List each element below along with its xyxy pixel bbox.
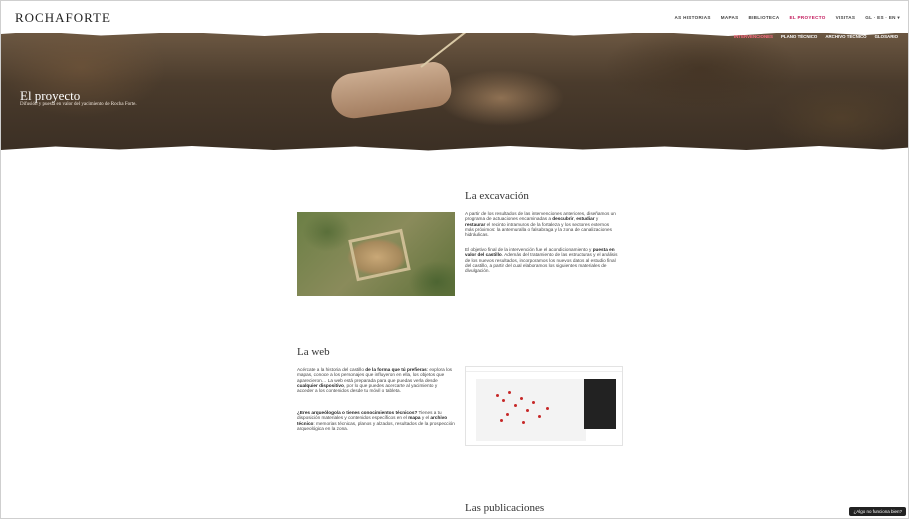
main-nav: AS HISTORIAS MAPAS BIBLIOTECA EL PROYECT… [675,15,900,21]
hero-image-hand [328,59,454,122]
hero-banner: El proyecto Difusión y puesta en valor d… [1,28,908,151]
sub-nav: INTERVENCIONES PLANO TÉCNICO ARCHIVO TÉC… [734,34,898,39]
excavacion-title: La excavación [465,190,529,202]
language-selector[interactable]: GL · ES · EN ▾ [865,15,900,21]
nav-item-proyecto[interactable]: EL PROYECTO [790,15,826,21]
nav-item-visitas[interactable]: VISITAS [836,15,856,21]
excavacion-paragraph-2: El objetivo final de la intervención fue… [465,247,618,274]
website-screenshot [465,366,623,446]
subnav-item-plano-tecnico[interactable]: PLANO TÉCNICO [781,34,817,39]
website-screenshot-map [476,379,586,441]
page: ROCHAFORTE AS HISTORIAS MAPAS BIBLIOTECA… [0,0,909,519]
report-problem-button[interactable]: ¿Algo no funciona bien? [849,507,906,516]
web-paragraph-1: Acércate a la historia del castillo de l… [297,367,453,394]
subnav-item-archivo-tecnico[interactable]: ARCHIVO TÉCNICO [825,34,866,39]
publicaciones-title: Las publicaciones [465,502,545,514]
subnav-item-glosario[interactable]: GLOSARIO [875,34,898,39]
nav-item-historias[interactable]: AS HISTORIAS [675,15,711,21]
nav-item-biblioteca[interactable]: BIBLIOTECA [748,15,779,21]
site-logo[interactable]: ROCHAFORTE [15,10,111,26]
excavation-aerial-photo [297,212,455,296]
subnav-item-intervenciones[interactable]: INTERVENCIONES [734,34,773,39]
excavacion-paragraph-1: A partir de los resultados de las interv… [465,211,616,238]
hero-subtitle: Difusión y puesta en valor del yacimient… [20,102,137,107]
nav-item-mapas[interactable]: MAPAS [721,15,739,21]
website-screenshot-panel [584,379,616,429]
top-bar: ROCHAFORTE AS HISTORIAS MAPAS BIBLIOTECA… [1,1,908,33]
web-paragraph-2: ¿Eres arqueólogo/a o tienes conocimiento… [297,410,455,431]
web-title: La web [297,346,330,358]
